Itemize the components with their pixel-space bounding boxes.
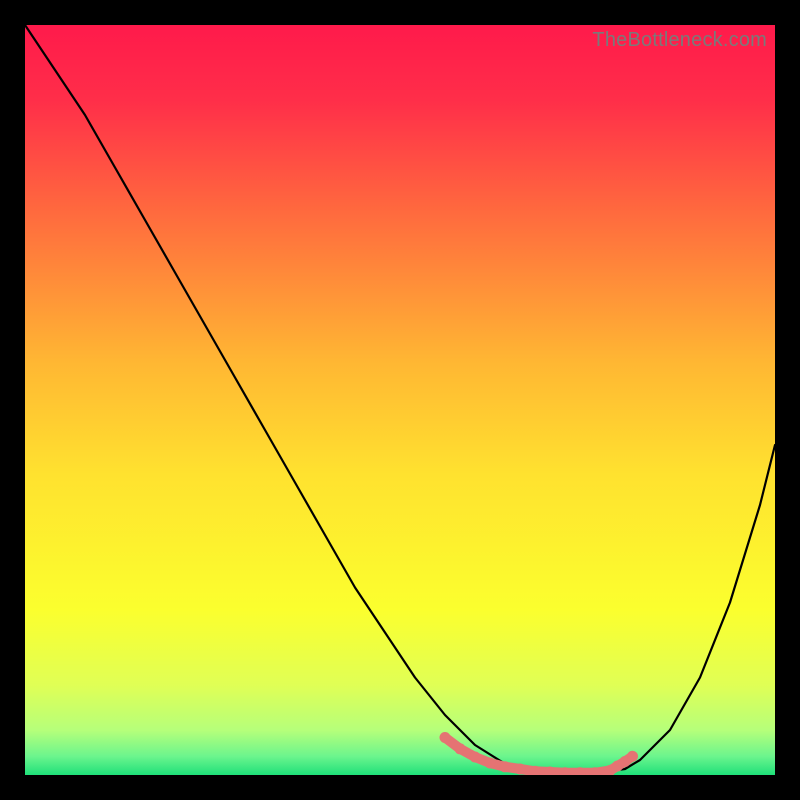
bottleneck-curve xyxy=(25,25,775,773)
curve-layer xyxy=(25,25,775,775)
watermark-text: TheBottleneck.com xyxy=(592,29,767,52)
highlight-dot xyxy=(627,751,638,762)
highlight-dot xyxy=(515,764,526,775)
highlight-dot xyxy=(470,752,481,763)
chart-frame: TheBottleneck.com xyxy=(0,0,800,800)
highlight-dot xyxy=(455,743,466,754)
highlight-dot xyxy=(440,732,451,743)
highlight-dot xyxy=(500,761,511,772)
plot-area: TheBottleneck.com xyxy=(25,25,775,775)
highlight-dot xyxy=(485,758,496,769)
